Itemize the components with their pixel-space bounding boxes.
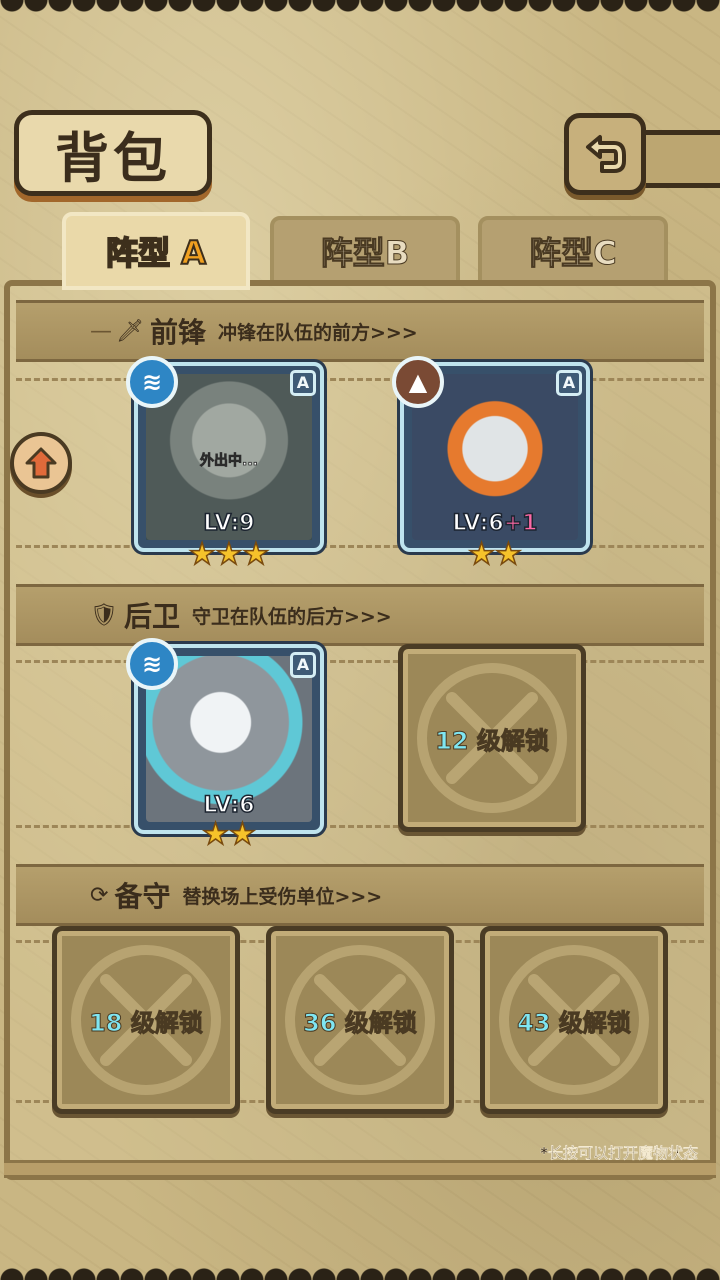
locked-slot-reserve-3[interactable]: 43 级解锁 [480, 926, 668, 1114]
locked-slot-reserve-2[interactable]: 36 级解锁 [266, 926, 454, 1114]
section-reserve-desc: 替换场上受伤单位>>> [182, 885, 383, 908]
earth-element-icon: ▲ [392, 356, 444, 408]
section-front-header: — 🗡 前锋 冲锋在队伍的前方>>> [16, 300, 704, 362]
unlock-level: 36 [303, 1008, 337, 1037]
unlock-suffix: 级解锁 [476, 726, 549, 755]
unit-level: LV:9 [203, 510, 256, 537]
grade-badge: A [556, 370, 582, 396]
unlock-level: 18 [89, 1008, 123, 1037]
page-title-plate: 背包 [14, 110, 212, 196]
section-reserve-header: ⟳ 备守 替换场上受伤单位>>> [16, 864, 704, 926]
water-element-icon: ≋ [126, 356, 178, 408]
swap-icon: ⟳ [90, 882, 109, 908]
tab-formation-b-label: 阵型 [320, 234, 385, 273]
section-back-title: 后卫 [123, 600, 180, 633]
unlock-suffix: 级解锁 [558, 1008, 631, 1037]
long-press-hint: *长按可以打开魔物状态 [540, 1144, 698, 1162]
tab-formation-a-letter: A [180, 233, 207, 273]
tab-formation-c-letter: C [593, 234, 618, 273]
unlock-level: 12 [435, 726, 469, 755]
sword-icon: 🗡 [116, 318, 144, 344]
water-element-icon: ≋ [126, 638, 178, 690]
unlock-level: 43 [517, 1008, 551, 1037]
unit-stars: ★★ [201, 817, 256, 853]
section-front-title: 前锋 [149, 316, 206, 349]
unit-level-bonus: +1 [503, 510, 538, 537]
grade-badge: A [290, 652, 316, 678]
tab-formation-c[interactable]: 阵型C [478, 216, 668, 286]
top-border [0, 0, 720, 18]
unit-stars: ★★★ [188, 537, 270, 573]
tab-formation-a[interactable]: 阵型 A [62, 212, 250, 290]
locked-slot-reserve-1[interactable]: 18 级解锁 [52, 926, 240, 1114]
unit-level: LV:6 [452, 510, 505, 537]
locked-slot-back-2[interactable]: 12 级解锁 [398, 644, 586, 832]
tab-formation-b[interactable]: 阵型B [270, 216, 460, 286]
unit-status: 外出中... [200, 453, 259, 470]
unlock-suffix: 级解锁 [130, 1008, 203, 1037]
grade-badge: A [290, 370, 316, 396]
unit-level: LV:6 [203, 792, 256, 819]
bottom-border [0, 1262, 720, 1280]
page-title: 背包 [55, 125, 171, 190]
tab-formation-a-label: 阵型 [105, 233, 171, 273]
section-front-desc: 冲锋在队伍的前方>>> [217, 321, 418, 344]
unlock-suffix: 级解锁 [344, 1008, 417, 1037]
section-back-desc: 守卫在队伍的后方>>> [191, 605, 392, 628]
back-button[interactable] [564, 113, 646, 195]
shield-icon: 🛡 [90, 602, 118, 628]
direction-arrow-icon [25, 447, 57, 479]
section-reserve-title: 备守 [114, 880, 171, 913]
tab-formation-b-letter: B [384, 234, 410, 273]
side-toggle-button[interactable] [10, 432, 72, 494]
back-button-rail [640, 130, 720, 188]
back-arrow-icon [586, 135, 626, 173]
tab-formation-c-label: 阵型 [529, 234, 594, 273]
section-back-header: 🛡 后卫 守卫在队伍的后方>>> [16, 584, 704, 646]
unit-stars: ★★ [467, 537, 522, 573]
